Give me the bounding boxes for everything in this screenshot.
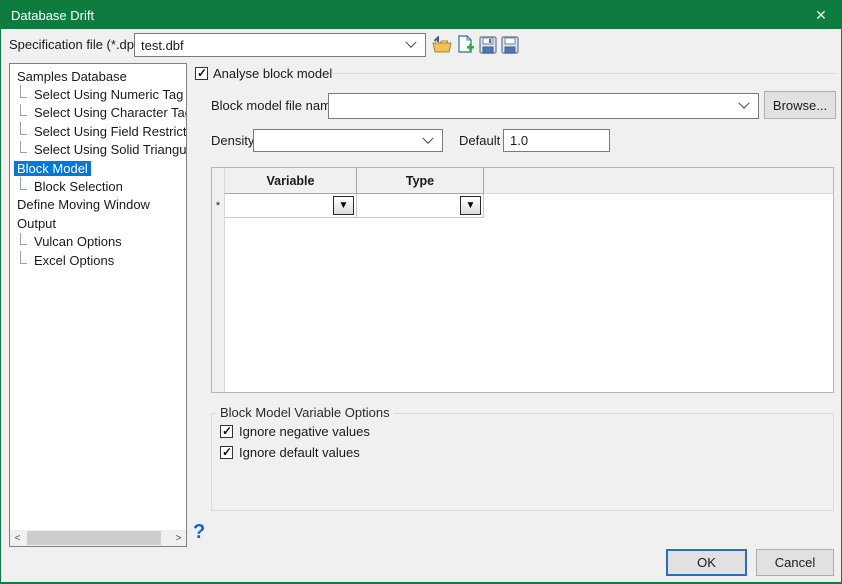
new-file-icon[interactable] — [455, 34, 477, 56]
ok-button[interactable]: OK — [666, 549, 747, 576]
analyse-block-model-checkbox[interactable] — [195, 67, 208, 80]
close-icon[interactable]: ✕ — [801, 1, 841, 29]
cancel-button[interactable]: Cancel — [756, 549, 834, 576]
variable-cell[interactable]: ▼ — [225, 194, 357, 218]
tree-item-label: Block Selection — [31, 179, 126, 194]
tree-item-define-moving-window[interactable]: Define Moving Window — [10, 196, 186, 214]
tree-item-label: Select Using Character Tag — [31, 105, 186, 120]
spec-file-label: Specification file (*.dpf) — [9, 33, 142, 57]
variable-dropdown-icon[interactable]: ▼ — [333, 196, 354, 215]
settings-tree: Samples Database Select Using Numeric Tag… — [10, 67, 186, 269]
tree-item-select-using-numeric-tag[interactable]: Select Using Numeric Tag — [10, 85, 186, 103]
spec-file-value: test.dbf — [135, 38, 407, 53]
column-header-type: Type — [357, 168, 484, 194]
tree-horizontal-scrollbar[interactable]: < > — [10, 530, 186, 546]
block-model-file-combobox[interactable] — [328, 93, 759, 119]
tree-item-label: Select Using Field Restriction — [31, 124, 186, 139]
analyse-block-model-label: Analyse block model — [213, 66, 332, 81]
database-drift-dialog: Database Drift ✕ Specification file (*.d… — [0, 0, 842, 584]
ignore-default-values-label: Ignore default values — [239, 445, 360, 460]
variables-table: Variable Type * ▼ ▼ — [211, 167, 834, 393]
new-row-marker: * — [212, 194, 225, 218]
column-header-variable: Variable — [225, 168, 357, 194]
open-folder-icon[interactable] — [431, 34, 453, 56]
tree-item-excel-options[interactable]: Excel Options — [10, 251, 186, 269]
tree-item-select-using-field-restriction[interactable]: Select Using Field Restriction — [10, 122, 186, 140]
type-dropdown-icon[interactable]: ▼ — [460, 196, 481, 215]
tree-item-label: Select Using Solid Triangulation — [31, 142, 186, 157]
tree-item-samples-database[interactable]: Samples Database — [10, 67, 186, 85]
scroll-left-icon[interactable]: < — [10, 530, 25, 546]
titlebar: Database Drift ✕ — [1, 1, 841, 29]
tree-item-label: Output — [14, 216, 59, 231]
tree-item-select-using-character-tag[interactable]: Select Using Character Tag — [10, 104, 186, 122]
browse-button[interactable]: Browse... — [764, 91, 836, 119]
ignore-negative-values-label: Ignore negative values — [239, 424, 370, 439]
ignore-negative-values-checkbox[interactable] — [220, 425, 233, 438]
window-title: Database Drift — [1, 8, 94, 23]
tree-item-label: Block Model — [14, 161, 91, 176]
spec-file-combobox[interactable]: test.dbf — [134, 33, 426, 57]
tree-item-vulcan-options[interactable]: Vulcan Options — [10, 233, 186, 251]
type-cell[interactable]: ▼ — [357, 194, 484, 218]
tree-connector — [20, 85, 27, 98]
tree-connector — [20, 233, 27, 246]
chevron-down-icon — [738, 98, 749, 109]
options-group-title: Block Model Variable Options — [216, 405, 394, 420]
scrollbar-thumb[interactable] — [27, 531, 161, 545]
default-density-input[interactable]: 1.0 — [503, 129, 610, 152]
tree-connector — [20, 251, 27, 264]
tree-item-block-model[interactable]: Block Model — [10, 159, 186, 177]
tree-item-label: Vulcan Options — [31, 234, 125, 249]
settings-tree-panel: Samples Database Select Using Numeric Tag… — [9, 63, 187, 547]
save-as-icon[interactable] — [499, 34, 521, 56]
tree-connector — [20, 104, 27, 117]
tree-connector — [20, 122, 27, 135]
tree-item-label: Samples Database — [14, 69, 130, 84]
default-label: Default — [459, 129, 500, 152]
scrollbar-track[interactable] — [25, 530, 171, 546]
tree-item-label: Define Moving Window — [14, 197, 153, 212]
density-combobox[interactable] — [253, 129, 443, 152]
density-label: Density — [211, 129, 254, 152]
tree-connector — [20, 177, 27, 190]
block-model-variable-options-group: Block Model Variable Options Ignore nega… — [211, 413, 834, 511]
tree-item-label: Excel Options — [31, 253, 117, 268]
tree-item-output[interactable]: Output — [10, 214, 186, 232]
block-model-file-label: Block model file name — [211, 93, 338, 119]
tree-item-label: Select Using Numeric Tag — [31, 87, 186, 102]
help-icon[interactable]: ? — [193, 521, 205, 544]
tree-item-select-using-solid-triangulation[interactable]: Select Using Solid Triangulation — [10, 141, 186, 159]
scroll-right-icon[interactable]: > — [171, 530, 186, 546]
save-icon[interactable] — [477, 34, 499, 56]
group-divider — [333, 73, 836, 74]
tree-item-block-selection[interactable]: Block Selection — [10, 177, 186, 195]
tree-connector — [20, 141, 27, 154]
chevron-down-icon — [405, 37, 416, 48]
ignore-default-values-checkbox[interactable] — [220, 446, 233, 459]
chevron-down-icon — [422, 132, 433, 143]
